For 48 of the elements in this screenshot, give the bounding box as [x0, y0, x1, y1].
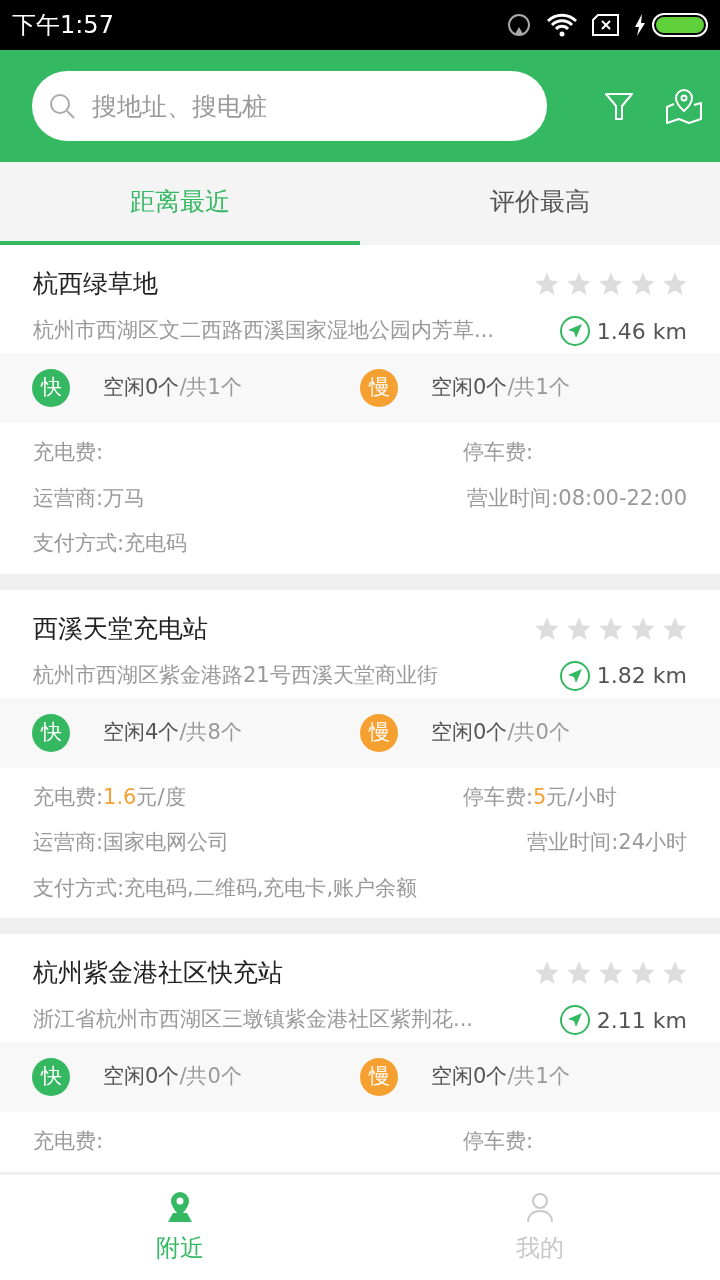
search-icon	[48, 92, 76, 120]
navigation-icon	[558, 315, 591, 347]
availability-text: 空闲0个/共1个	[431, 374, 570, 402]
parking-fee-text: 停车费:	[463, 439, 534, 466]
station-address: 浙江省杭州市西湖区三墩镇紫金港社区紫荆花...	[33, 1006, 474, 1034]
badge: 快	[32, 713, 70, 752]
search-field[interactable]: 搜地址、搜电桩	[32, 71, 547, 141]
availability-text: 空闲0个/共1个	[103, 374, 242, 402]
badge: 快	[32, 369, 70, 407]
station-address: 杭州市西湖区紫金港路21号西溪天堂商业街	[33, 661, 438, 689]
parking-fee-text: 停车费:	[463, 1128, 534, 1155]
wifi-icon	[546, 13, 578, 37]
no-sim-icon	[592, 14, 620, 36]
hours-text: 营业时间:24小时	[527, 829, 687, 856]
hours-text: 营业时间:08:00-22:00	[467, 484, 687, 512]
badge: 慢	[360, 1058, 398, 1096]
operator-text: 运营商:万马	[33, 484, 146, 512]
charge-fee-text: 充电费:1.6元/度	[33, 783, 186, 811]
badge: 慢	[360, 713, 398, 752]
charging-icon	[634, 14, 646, 36]
hotspot-icon	[506, 12, 532, 38]
charge-fee-text: 充电费:	[33, 439, 104, 466]
badge: 快	[32, 1058, 70, 1096]
availability-text: 空闲0个/共0个	[431, 718, 570, 746]
availability-text: 空闲4个/共8个	[103, 718, 242, 746]
distance-text: 2.11 km	[596, 1006, 687, 1035]
payment-text: 支付方式:充电码,二维码,充电卡,账户余额	[33, 874, 419, 902]
station-name[interactable]: 杭西绿草地	[33, 265, 158, 303]
distance-text: 1.82 km	[596, 662, 687, 690]
availability-text: 空闲0个/共0个	[103, 1063, 242, 1091]
operator-text: 运营商:国家电网公司	[33, 829, 230, 856]
station-address: 杭州市西湖区文二西路西溪国家湿地公园内芳草...	[33, 317, 495, 345]
charge-fee-text: 充电费:	[33, 1128, 104, 1155]
navigation-icon	[558, 1004, 591, 1036]
station-name[interactable]: 杭州紫金港社区快充站	[33, 954, 283, 992]
battery-icon	[652, 13, 708, 37]
badge: 慢	[360, 369, 398, 407]
navigation-icon	[558, 659, 591, 692]
availability-text: 空闲0个/共1个	[431, 1063, 570, 1091]
payment-text: 支付方式:充电码	[33, 530, 189, 557]
map-button[interactable]	[664, 86, 704, 126]
filter-icon	[603, 91, 634, 121]
distance-text: 1.46 km	[596, 317, 687, 346]
status-time: 下午1:57	[12, 10, 114, 41]
tab[interactable]: 评价最高	[360, 162, 720, 245]
map-pin-icon	[665, 87, 704, 125]
station-name[interactable]: 西溪天堂充电站	[33, 609, 208, 648]
parking-fee-text: 停车费:5元/小时	[463, 783, 617, 811]
